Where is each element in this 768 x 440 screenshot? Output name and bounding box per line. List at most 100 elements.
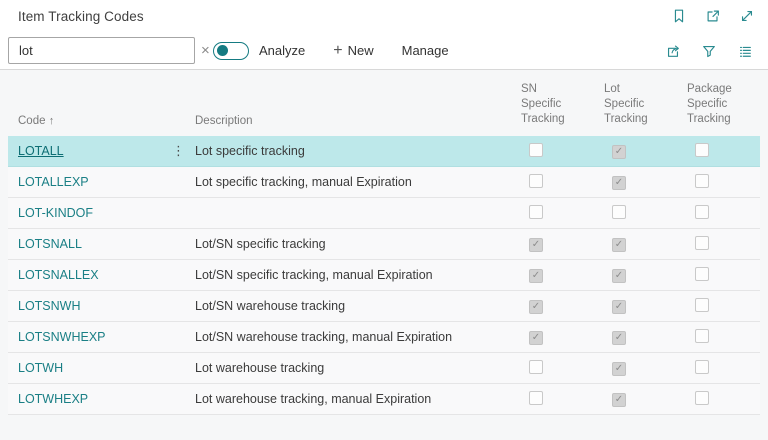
share-icon[interactable] <box>664 42 682 60</box>
sn-cell: ✓ <box>511 267 594 283</box>
table-row[interactable]: LOTSNALLEX Lot/SN specific tracking, manu… <box>8 260 760 291</box>
row-code-link[interactable]: LOTSNALL <box>18 237 82 251</box>
lot-cell: ✓ <box>594 236 677 252</box>
open-in-new-window-icon[interactable] <box>704 7 722 25</box>
code-cell: LOT-KINDOF <box>8 206 172 220</box>
column-header-code[interactable]: Code ↑ <box>8 115 172 127</box>
sn-cell <box>511 391 594 408</box>
code-cell: LOTSNWHEXP <box>8 330 172 344</box>
code-cell: LOTALL <box>8 144 172 158</box>
row-code-link[interactable]: LOTALL <box>18 144 64 158</box>
column-header-lot-specific[interactable]: Lot Specific Tracking <box>594 82 677 127</box>
sn-cell: ✓ <box>511 236 594 252</box>
manage-button[interactable]: Manage <box>402 43 449 58</box>
description-cell: Lot/SN warehouse tracking, manual Expira… <box>195 330 511 344</box>
table-row[interactable]: LOTWH Lot warehouse tracking ✓ <box>8 353 760 384</box>
expand-icon[interactable] <box>738 7 756 25</box>
lot-checkbox: ✓ <box>612 393 626 407</box>
table-row[interactable]: LOTSNWHLot/SN warehouse tracking✓✓ <box>8 291 760 322</box>
lot-cell <box>594 205 677 222</box>
lot-checkbox <box>612 205 626 219</box>
package-cell <box>677 391 760 408</box>
lot-checkbox: ✓ <box>612 145 626 159</box>
row-code-link[interactable]: LOTWHEXP <box>18 392 88 406</box>
table-row[interactable]: LOTALL ⋮ Lot specific tracking ✓ <box>8 136 760 167</box>
action-toolbar: × Analyze + New Manage <box>0 32 768 70</box>
table-row[interactable]: LOTSNALL Lot/SN specific tracking ✓ ✓ <box>8 229 760 260</box>
sn-checkbox: ✓ <box>529 300 543 314</box>
lot-cell: ✓ <box>594 391 677 407</box>
description-cell: Lot specific tracking <box>195 144 511 158</box>
column-header-package-specific[interactable]: Package Specific Tracking <box>677 82 760 127</box>
code-cell: LOTSNWH <box>8 299 172 313</box>
search-box: × <box>8 37 195 64</box>
code-header-label: Code <box>18 115 46 127</box>
package-checkbox <box>695 329 709 343</box>
column-header-sn-specific[interactable]: SN Specific Tracking <box>511 82 594 127</box>
package-cell <box>677 360 760 377</box>
lot-checkbox: ✓ <box>612 300 626 314</box>
sn-checkbox: ✓ <box>529 238 543 252</box>
code-cell: LOTALLEXP <box>8 175 172 189</box>
search-input[interactable] <box>15 43 199 58</box>
package-checkbox <box>695 205 709 219</box>
row-context-menu-icon[interactable]: ⋮ <box>172 143 185 158</box>
sn-checkbox <box>529 205 543 219</box>
table-row[interactable]: LOTWHEXP Lot warehouse tracking, manual E… <box>8 384 760 415</box>
code-cell: LOTWH <box>8 361 172 375</box>
lot-checkbox: ✓ <box>612 238 626 252</box>
row-code-link[interactable]: LOT-KINDOF <box>18 206 93 220</box>
description-cell: Lot/SN specific tracking <box>195 237 511 251</box>
row-code-link[interactable]: LOTSNWH <box>18 299 81 313</box>
package-checkbox <box>695 174 709 188</box>
new-button[interactable]: + New <box>333 43 373 59</box>
package-cell <box>677 298 760 315</box>
sn-checkbox <box>529 360 543 374</box>
grid-header: Code ↑ Description SN Specific Tracking … <box>0 70 768 136</box>
analyze-toggle[interactable] <box>213 42 249 60</box>
lot-cell: ✓ <box>594 174 677 190</box>
table-body: LOTALL ⋮ Lot specific tracking ✓ LOTALLEXP Lo… <box>0 136 768 415</box>
row-code-link[interactable]: LOTALLEXP <box>18 175 89 189</box>
bookmark-icon[interactable] <box>670 7 688 25</box>
package-cell <box>677 329 760 346</box>
sn-cell <box>511 205 594 222</box>
lot-cell: ✓ <box>594 298 677 314</box>
item-tracking-codes-page: Item Tracking Codes × Analyze + New Man <box>0 0 768 440</box>
caption-bar: Item Tracking Codes <box>0 0 768 32</box>
analyze-label[interactable]: Analyze <box>259 43 305 58</box>
row-code-link[interactable]: LOTSNWHEXP <box>18 330 106 344</box>
table-row[interactable]: LOTSNWHEXP Lot/SN warehouse tracking, man… <box>8 322 760 353</box>
new-button-label: New <box>348 43 374 58</box>
clear-search-icon[interactable]: × <box>199 43 212 58</box>
lot-cell: ✓ <box>594 360 677 376</box>
description-cell: Lot/SN specific tracking, manual Expirat… <box>195 268 511 282</box>
row-code-link[interactable]: LOTWH <box>18 361 63 375</box>
package-cell <box>677 205 760 222</box>
table-row[interactable]: LOT-KINDOF <box>8 198 760 229</box>
column-header-description[interactable]: Description <box>195 115 511 127</box>
list-view-icon[interactable] <box>736 42 754 60</box>
table-row[interactable]: LOTALLEXP Lot specific tracking, manual E… <box>8 167 760 198</box>
page-title: Item Tracking Codes <box>18 9 144 24</box>
filter-icon[interactable] <box>700 42 718 60</box>
code-cell: LOTSNALLEX <box>8 268 172 282</box>
sn-checkbox <box>529 174 543 188</box>
sort-ascending-icon: ↑ <box>49 115 55 127</box>
sn-cell <box>511 143 594 160</box>
sn-cell <box>511 360 594 377</box>
description-cell: Lot specific tracking, manual Expiration <box>195 175 511 189</box>
sn-cell <box>511 174 594 191</box>
description-cell: Lot warehouse tracking <box>195 361 511 375</box>
lot-cell: ✓ <box>594 329 677 345</box>
lot-cell: ✓ <box>594 267 677 283</box>
sn-checkbox <box>529 143 543 157</box>
manage-button-label: Manage <box>402 43 449 58</box>
package-cell <box>677 267 760 284</box>
sn-checkbox: ✓ <box>529 331 543 345</box>
row-code-link[interactable]: LOTSNALLEX <box>18 268 99 282</box>
lot-checkbox: ✓ <box>612 176 626 190</box>
description-cell: Lot warehouse tracking, manual Expiratio… <box>195 392 511 406</box>
sn-checkbox: ✓ <box>529 269 543 283</box>
caption-bar-icons <box>670 7 756 25</box>
